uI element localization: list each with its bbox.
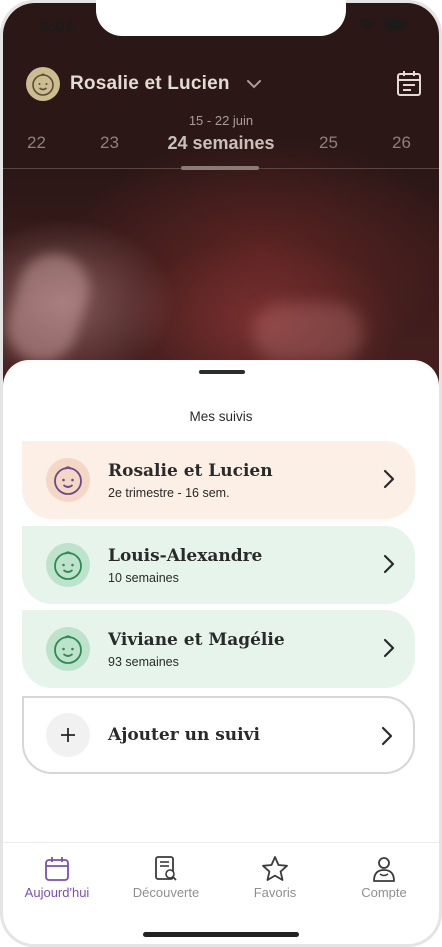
week-indicator	[181, 166, 259, 170]
week-selector: 22 23 24 semaines 25 26	[0, 133, 442, 157]
tab-label: Découverte	[132, 885, 200, 900]
ultrasound-detail	[3, 244, 99, 372]
person-icon	[373, 857, 395, 882]
status-time: 5:02	[40, 17, 75, 36]
device-notch	[96, 0, 346, 36]
selected-follow-name: Rosalie et Lucien	[70, 73, 230, 94]
chevron-right-icon	[383, 638, 395, 658]
calendar-button[interactable]	[396, 70, 422, 102]
ultrasound-detail	[253, 303, 363, 363]
sheet-grabber[interactable]	[199, 370, 245, 374]
tabbar-divider	[3, 842, 439, 843]
tab-today[interactable]: Aujourd'hui	[2, 855, 112, 900]
chevron-right-icon	[383, 554, 395, 574]
status-icons	[358, 18, 410, 31]
calendar-icon	[45, 857, 69, 881]
tab-bar: Aujourd'hui Découverte Favoris Compte	[0, 855, 442, 905]
baby-face-icon	[26, 67, 60, 101]
follow-name: Viviane et Magélie	[108, 629, 285, 650]
tab-favorites[interactable]: Favoris	[220, 855, 330, 900]
week-item[interactable]: 26	[392, 133, 411, 153]
home-indicator	[143, 932, 299, 937]
chevron-right-icon	[381, 726, 393, 746]
sheet-title: Mes suivis	[189, 409, 253, 424]
chevron-right-icon	[383, 469, 395, 489]
battery-icon	[383, 18, 410, 31]
follow-card[interactable]: Rosalie et Lucien 2e trimestre - 16 sem.	[22, 441, 415, 519]
add-follow-button[interactable]: Ajouter un suivi	[22, 696, 415, 774]
follow-subtitle: 10 semaines	[108, 570, 179, 585]
baby-face-icon	[46, 543, 90, 587]
chevron-down-icon	[246, 80, 261, 89]
follow-subtitle: 93 semaines	[108, 654, 179, 669]
tab-label: Compte	[361, 885, 407, 900]
tab-discover[interactable]: Découverte	[111, 855, 221, 900]
follow-name: Rosalie et Lucien	[108, 460, 273, 481]
baby-face-icon	[46, 627, 90, 671]
week-item[interactable]: 25	[319, 133, 338, 153]
wifi-icon	[359, 18, 375, 31]
tab-account[interactable]: Compte	[329, 855, 439, 900]
week-item-current[interactable]: 24 semaines	[0, 133, 442, 154]
plus-icon	[46, 713, 90, 757]
follow-subtitle: 2e trimestre - 16 sem.	[108, 485, 230, 500]
book-search-icon	[155, 856, 177, 881]
baby-face-icon	[46, 458, 90, 502]
add-follow-label: Ajouter un suivi	[108, 725, 260, 745]
tab-label: Favoris	[253, 885, 297, 900]
calendar-icon	[397, 71, 421, 96]
follow-selector[interactable]: Rosalie et Lucien	[26, 67, 262, 101]
week-date-range: 15 - 22 juin	[188, 113, 254, 128]
follow-name: Louis-Alexandre	[108, 545, 263, 566]
follow-card[interactable]: Louis-Alexandre 10 semaines	[22, 526, 415, 604]
follow-card[interactable]: Viviane et Magélie 93 semaines	[22, 610, 415, 688]
star-icon	[262, 856, 288, 881]
phone-screen: 5:02 Rosalie et Lucien 15 - 22 juin 22 2…	[0, 0, 442, 947]
tab-label: Aujourd'hui	[24, 885, 90, 900]
